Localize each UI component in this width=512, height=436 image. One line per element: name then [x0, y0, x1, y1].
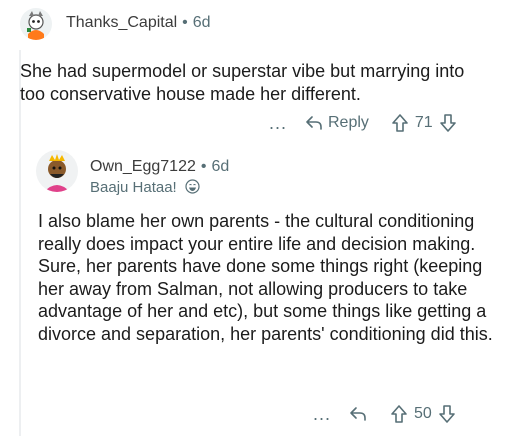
downvote-arrow-icon[interactable] [439, 113, 457, 133]
author-meta: Thanks_Capital • 6d [66, 14, 211, 32]
comment-actions: ... 50 [310, 402, 456, 426]
reply-button[interactable] [348, 404, 368, 424]
user-flair: Baaju Hataa! [90, 179, 200, 198]
reply-button[interactable]: Reply [304, 113, 369, 133]
author-meta: Own_Egg7122 • 6d [90, 158, 229, 176]
comment-age: 6d [192, 14, 211, 31]
flair-text: Baaju Hataa! [90, 179, 177, 196]
comment-body: I also blame her own parents - the cultu… [38, 211, 493, 344]
comment-actions: ... Reply 71 [266, 111, 457, 135]
avatar-own-egg[interactable] [36, 150, 78, 192]
comment-thanks-capital: Thanks_Capital • 6d She had supermodel or … [0, 0, 512, 140]
meta-separator: • [200, 158, 207, 175]
laughing-face-icon [185, 179, 200, 198]
username[interactable]: Thanks_Capital [66, 14, 177, 31]
meta-separator: • [182, 14, 188, 31]
reply-arrow-icon [350, 407, 366, 421]
vote-controls: 71 [391, 113, 457, 133]
more-options-icon[interactable]: ... [266, 113, 290, 134]
vote-score: 50 [414, 405, 432, 422]
username[interactable]: Own_Egg7122 [90, 158, 196, 175]
avatar-thanks-capital[interactable] [20, 8, 52, 40]
more-options-icon[interactable]: ... [310, 404, 334, 425]
vote-score: 71 [414, 114, 433, 131]
comment-body: She had supermodel or superstar vibe but… [20, 61, 465, 104]
upvote-arrow-icon[interactable] [390, 404, 408, 424]
upvote-arrow-icon[interactable] [391, 113, 409, 133]
reply-arrow-icon [306, 116, 322, 130]
reply-label: Reply [328, 114, 369, 131]
downvote-arrow-icon[interactable] [438, 404, 456, 424]
comment-own-egg: Own_Egg7122 • 6d Baaju Hataa! I also blame… [0, 140, 512, 436]
vote-controls: 50 [390, 404, 456, 424]
comment-age: 6d [211, 158, 230, 175]
